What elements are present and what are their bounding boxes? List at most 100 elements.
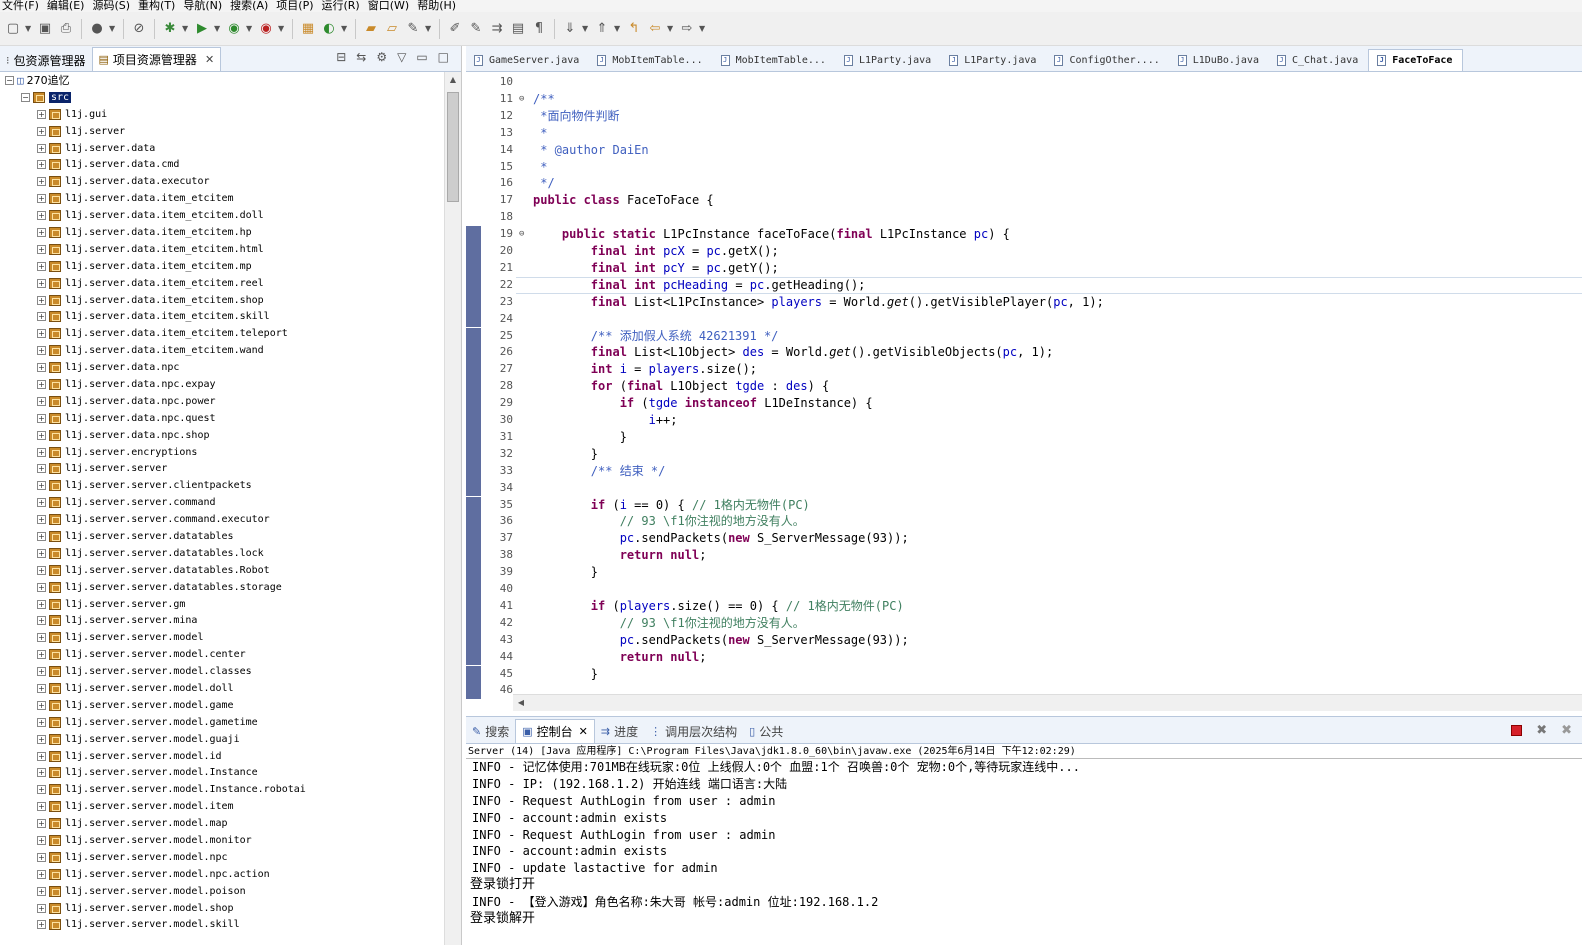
expand-icon[interactable]: + — [37, 363, 46, 373]
new-file-icon[interactable]: ▢ — [4, 20, 22, 38]
menu-item[interactable]: 运行(R) — [320, 0, 366, 12]
expand-icon[interactable]: + — [37, 312, 46, 322]
tree-package-node[interactable]: + l1j.server.data.npc — [0, 359, 444, 376]
task-dropdown-icon[interactable]: ▼ — [425, 24, 433, 33]
tree-package-node[interactable]: + l1j.server.server.model.classes — [0, 663, 444, 680]
expand-icon[interactable]: + — [37, 852, 46, 862]
tree-package-node[interactable]: + l1j.server.server.command.executor — [0, 511, 444, 528]
expand-icon[interactable]: + — [37, 531, 46, 541]
menu-item[interactable]: 搜索(A) — [228, 0, 274, 12]
tree-package-node[interactable]: + l1j.server.server.model.npc.action — [0, 866, 444, 883]
tab-project-explorer[interactable]: ▤ 项目资源管理器 ✕ — [91, 47, 222, 71]
new-class-icon[interactable]: ◐ — [320, 20, 338, 38]
remove-all-icon[interactable]: ✖ — [1561, 723, 1572, 738]
external-tools-dropdown-icon[interactable]: ▼ — [278, 24, 286, 33]
tree-package-node[interactable]: + l1j.server.server.model.Instance — [0, 765, 444, 782]
external-tools-icon[interactable]: ◉ — [257, 20, 275, 38]
mark-occurrences-icon[interactable]: ✎ — [467, 20, 485, 38]
tree-package-node[interactable]: + l1j.server.server.model — [0, 629, 444, 646]
expand-icon[interactable]: + — [37, 869, 46, 879]
expand-icon[interactable]: + — [37, 261, 46, 271]
expand-icon[interactable]: + — [37, 194, 46, 204]
tree-package-node[interactable]: + l1j.server.data.item_etcitem.wand — [0, 342, 444, 359]
menu-item[interactable]: 源码(S) — [90, 0, 136, 12]
debug-icon[interactable]: ✱ — [161, 20, 179, 38]
scrollbar-thumb[interactable] — [447, 92, 459, 202]
editor-tab[interactable]: J L1DuBo.java — [1170, 49, 1269, 71]
tree-package-node[interactable]: + l1j.server.server.clientpackets — [0, 477, 444, 494]
link-with-editor-icon[interactable]: ⇆ — [356, 50, 366, 64]
editor-tab[interactable]: J GameServer.java — [466, 49, 589, 71]
menu-item[interactable]: 帮助(H) — [415, 0, 462, 12]
remove-launch-icon[interactable]: ✖ — [1536, 723, 1547, 738]
view-menu-icon[interactable]: ▽ — [397, 50, 406, 64]
menu-item[interactable]: 导航(N) — [181, 0, 228, 12]
coverage-dropdown-icon[interactable]: ▼ — [246, 24, 254, 33]
tree-package-node[interactable]: + l1j.server.server.model.doll — [0, 680, 444, 697]
collapse-icon[interactable]: − — [21, 92, 30, 102]
terminate-icon[interactable] — [1511, 725, 1523, 736]
expand-icon[interactable]: + — [37, 751, 46, 761]
collapse-icon[interactable]: − — [5, 75, 14, 85]
expand-icon[interactable]: + — [37, 464, 46, 474]
tree-package-node[interactable]: + l1j.server.data — [0, 140, 444, 157]
console-view[interactable]: Server (14) [Java 应用程序] C:\Program Files… — [466, 744, 1582, 945]
forward-dropdown-icon[interactable]: ▼ — [699, 24, 707, 33]
tree-package-node[interactable]: + l1j.server.data.item_etcitem.doll — [0, 207, 444, 224]
tree-package-node[interactable]: + l1j.server.data.item_etcitem.html — [0, 241, 444, 258]
expand-icon[interactable]: + — [37, 211, 46, 221]
tree-package-node[interactable]: + l1j.server.data.npc.expay — [0, 376, 444, 393]
expand-icon[interactable]: + — [37, 582, 46, 592]
editor-tab[interactable]: J MobItemTable... — [713, 49, 836, 71]
next-annotation-icon[interactable]: ⇓ — [561, 20, 579, 38]
expand-icon[interactable]: + — [37, 126, 46, 136]
tree-package-node[interactable]: + l1j.server.server.datatables — [0, 528, 444, 545]
new-class-dropdown-icon[interactable]: ▼ — [341, 24, 349, 33]
maximize-icon[interactable]: □ — [438, 50, 449, 64]
block-selection-icon[interactable]: ▤ — [509, 20, 527, 38]
toggle-annotation-icon[interactable]: ✐ — [446, 20, 464, 38]
print-icon[interactable]: ⎙ — [57, 20, 75, 38]
tree-package-node[interactable]: + l1j.server.server.model.game — [0, 697, 444, 714]
menu-item[interactable]: 编辑(E) — [45, 0, 91, 12]
debug-dropdown-icon[interactable]: ▼ — [182, 24, 190, 33]
tree-package-node[interactable]: + l1j.server.server.datatables.lock — [0, 545, 444, 562]
tab-package-explorer[interactable]: ⁝ 包资源管理器 — [0, 49, 92, 71]
menu-item[interactable]: 窗口(W) — [366, 0, 415, 12]
open-task-icon[interactable]: ✎ — [404, 20, 422, 38]
tree-package-node[interactable]: + l1j.server.server.datatables.Robot — [0, 562, 444, 579]
tree-package-node[interactable]: + l1j.server.data.item_etcitem.mp — [0, 258, 444, 275]
tree-package-node[interactable]: + l1j.server.server.datatables.storage — [0, 579, 444, 596]
menu-item[interactable]: 重构(T) — [136, 0, 181, 12]
expand-icon[interactable]: + — [37, 295, 46, 305]
scroll-left-icon[interactable]: ◀ — [513, 695, 529, 711]
expand-icon[interactable]: + — [37, 886, 46, 896]
expand-icon[interactable]: + — [37, 599, 46, 609]
tree-package-node[interactable]: + l1j.server.server.model.item — [0, 798, 444, 815]
tree-package-node[interactable]: + l1j.server.server — [0, 460, 444, 477]
tree-package-node[interactable]: + l1j.server.data.item_etcitem.shop — [0, 292, 444, 309]
tree-scrollbar[interactable]: ▲ — [444, 72, 461, 945]
open-type-icon[interactable]: ▰ — [362, 20, 380, 38]
coverage-icon[interactable]: ◉ — [225, 20, 243, 38]
expand-icon[interactable]: + — [37, 768, 46, 778]
breadcrumb-icon[interactable]: ⇉ — [488, 20, 506, 38]
expand-icon[interactable]: + — [37, 244, 46, 254]
expand-icon[interactable]: + — [37, 616, 46, 626]
expand-icon[interactable]: + — [37, 177, 46, 187]
tree-package-node[interactable]: + l1j.server.data.npc.quest — [0, 410, 444, 427]
show-whitespace-icon[interactable]: ¶ — [530, 20, 548, 38]
tree-package-node[interactable]: + l1j.server.server.gm — [0, 596, 444, 613]
menu-item[interactable]: 文件(F) — [0, 0, 45, 12]
editor-tab[interactable]: J ConfigOther.... — [1046, 49, 1169, 71]
expand-icon[interactable]: + — [37, 920, 46, 930]
tree-package-node[interactable]: + l1j.gui — [0, 106, 444, 123]
editor-tab[interactable]: J MobItemTable... — [589, 49, 712, 71]
console-tab[interactable]: ▣ 控制台 ✕ — [515, 719, 595, 743]
expand-icon[interactable]: + — [37, 413, 46, 423]
expand-icon[interactable]: + — [37, 160, 46, 170]
console-tab[interactable]: ⋮ 调用层次结构 — [644, 719, 743, 743]
expand-icon[interactable]: + — [37, 498, 46, 508]
run-icon[interactable]: ▶ — [193, 20, 211, 38]
new-package-icon[interactable]: ▦ — [299, 20, 317, 38]
